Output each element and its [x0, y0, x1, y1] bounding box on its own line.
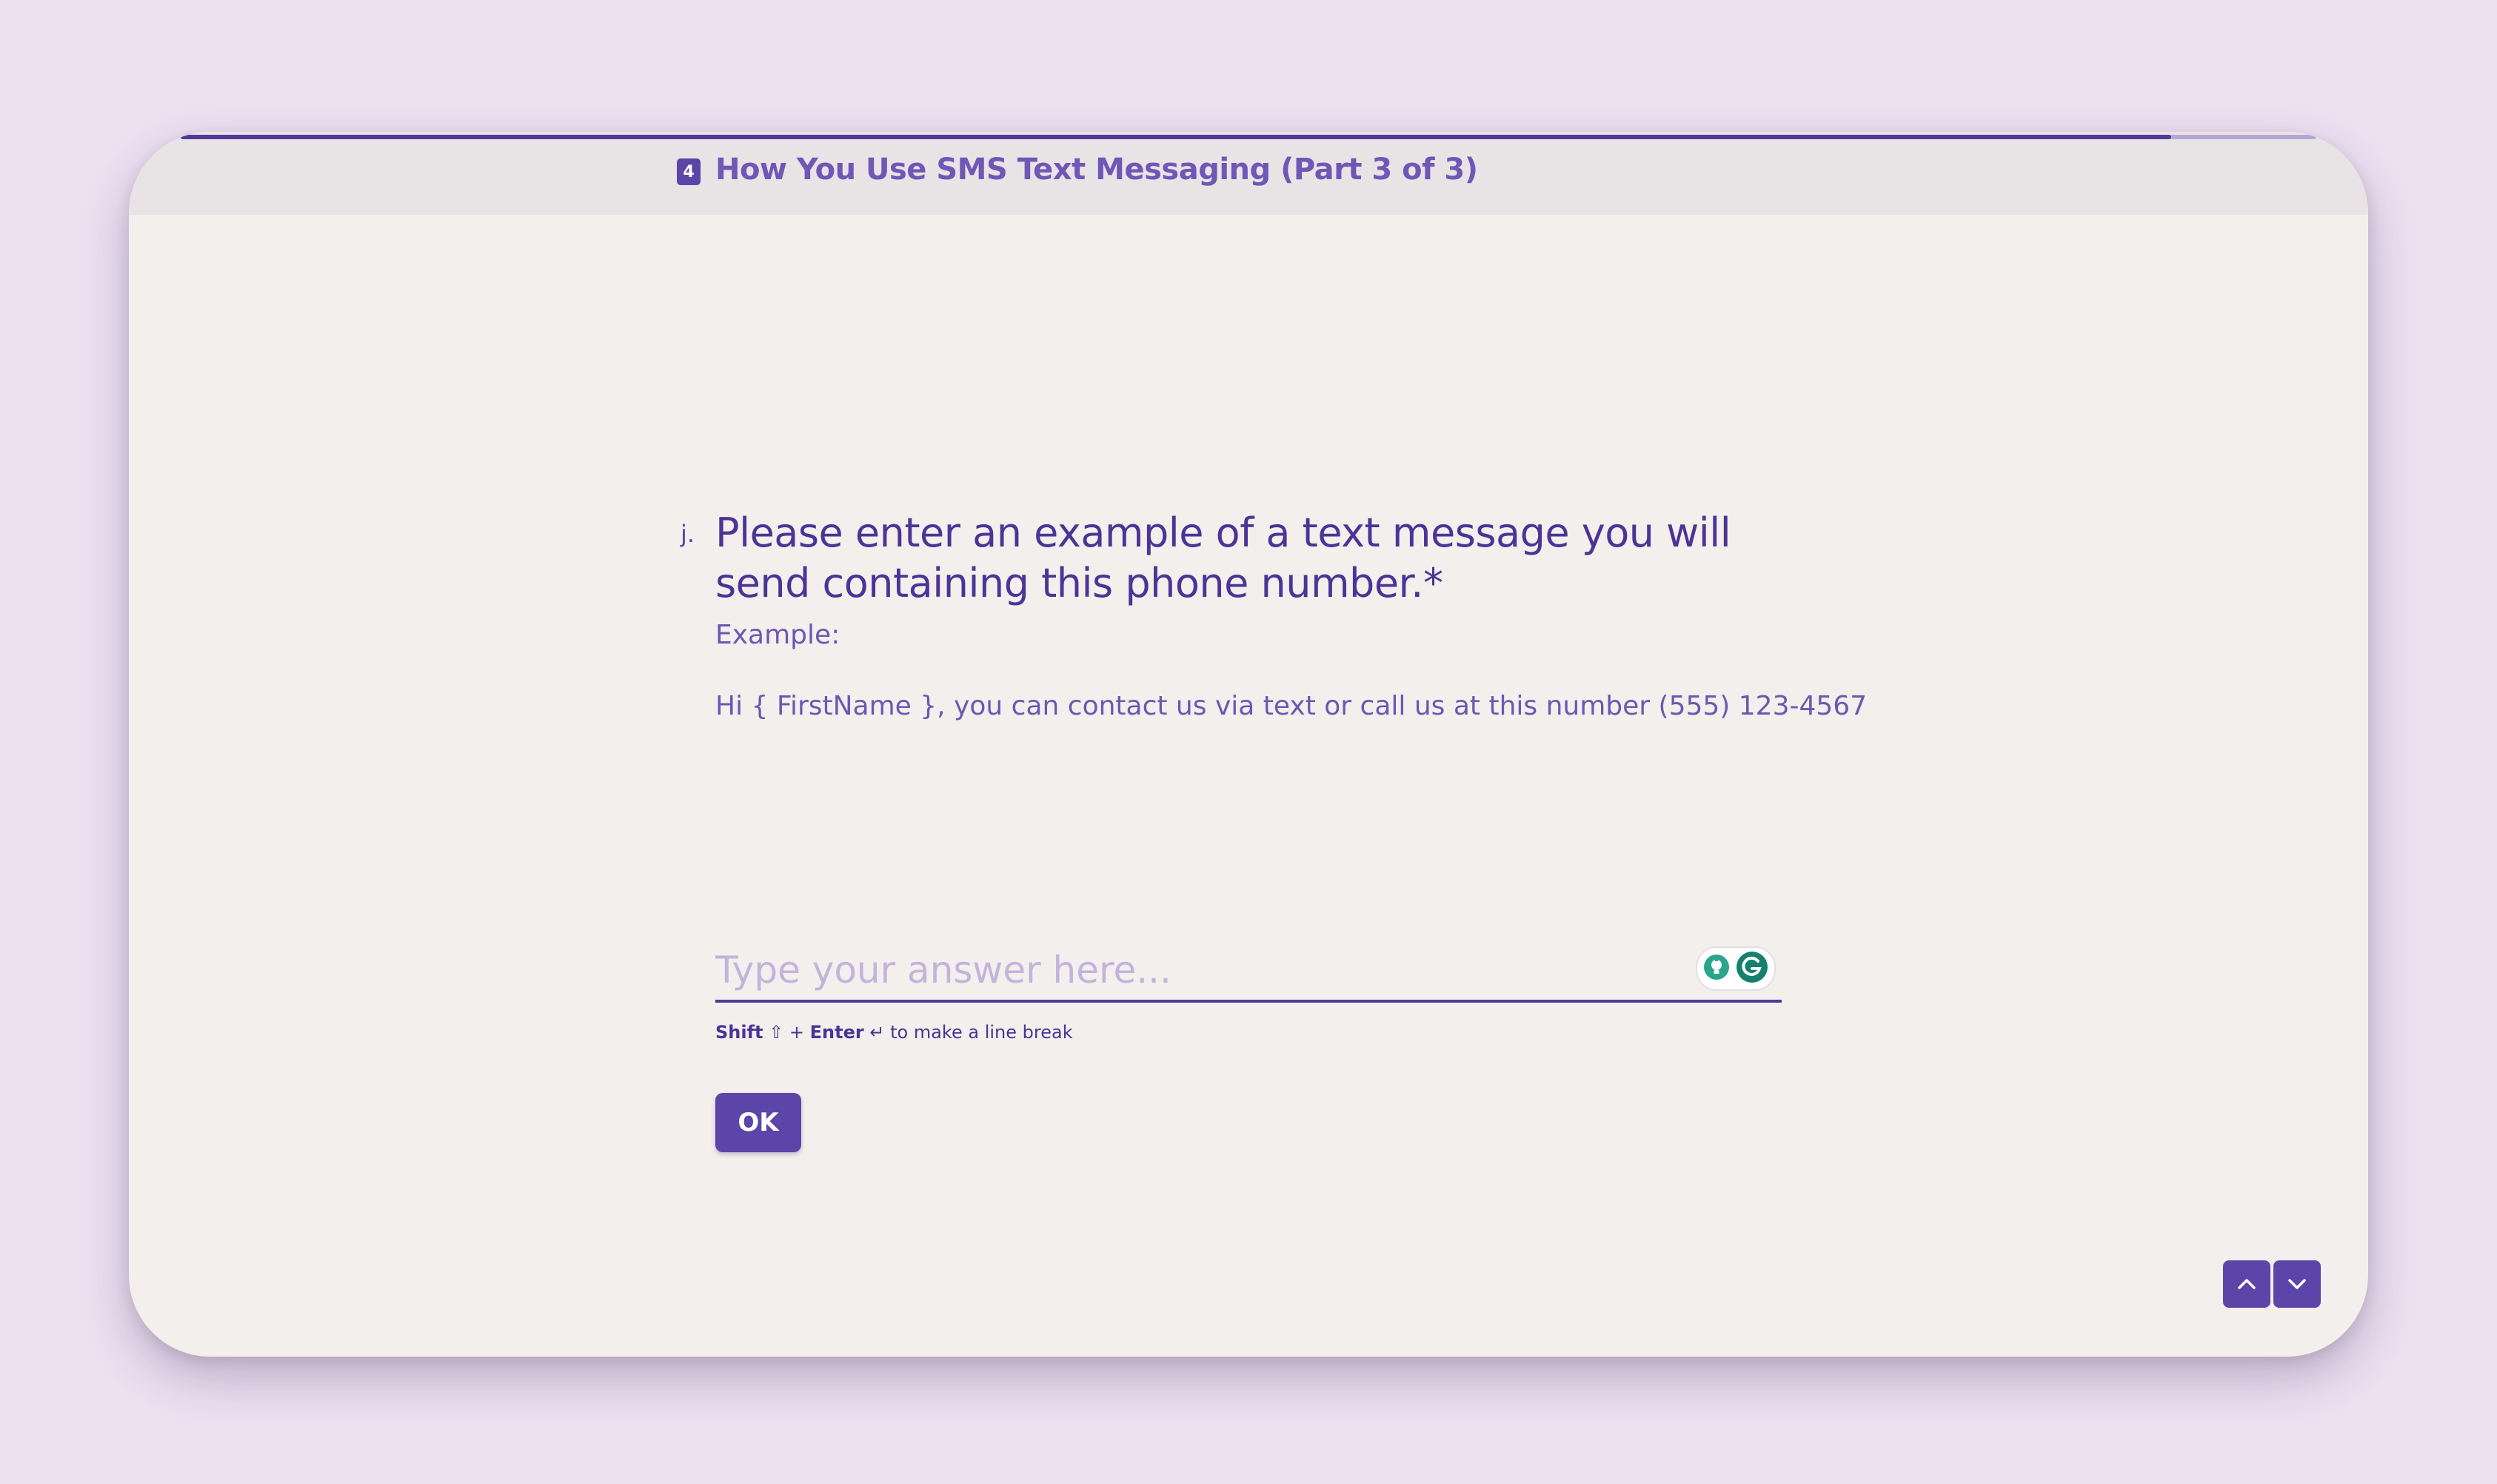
form-window: 4 How You Use SMS Text Messaging (Part 3… — [129, 132, 2368, 1357]
section-title: How You Use SMS Text Messaging (Part 3 o… — [715, 153, 1478, 187]
ok-button[interactable]: OK — [715, 1093, 801, 1152]
question-description: Example: Hi { FirstName }, you can conta… — [715, 618, 1915, 724]
answer-input[interactable] — [715, 942, 1678, 998]
hint-plus: + — [789, 1022, 805, 1043]
extension-icons[interactable] — [1696, 946, 1776, 991]
next-question-button[interactable] — [2273, 1260, 2321, 1308]
hint-suffix: to make a line break — [890, 1022, 1073, 1043]
question-title: Please enter an example of a text messag… — [715, 509, 1731, 606]
section-number-badge: 4 — [677, 158, 701, 185]
grammarly-icon[interactable] — [1735, 950, 1769, 987]
form-header: 4 How You Use SMS Text Messaging (Part 3… — [129, 132, 2368, 215]
description-label: Example: — [715, 620, 840, 650]
question-navigation — [2223, 1260, 2321, 1308]
lightbulb-icon[interactable] — [1702, 953, 1731, 984]
description-example: Hi { FirstName }, you can contact us via… — [715, 691, 1868, 721]
chevron-down-icon — [2288, 1279, 2306, 1289]
line-break-hint: Shift ⇧ + Enter ↵ to make a line break — [715, 1022, 1073, 1043]
enter-icon: ↵ — [869, 1022, 885, 1043]
progress-bar — [181, 135, 2316, 139]
answer-field — [715, 942, 1782, 1003]
progress-bar-fill — [181, 135, 2171, 139]
shift-icon: ⇧ — [769, 1022, 784, 1043]
previous-question-button[interactable] — [2223, 1260, 2270, 1308]
chevron-up-icon — [2238, 1279, 2256, 1289]
hint-shift: Shift — [715, 1022, 763, 1043]
question-letter: j. — [681, 520, 695, 548]
hint-enter: Enter — [809, 1022, 864, 1043]
